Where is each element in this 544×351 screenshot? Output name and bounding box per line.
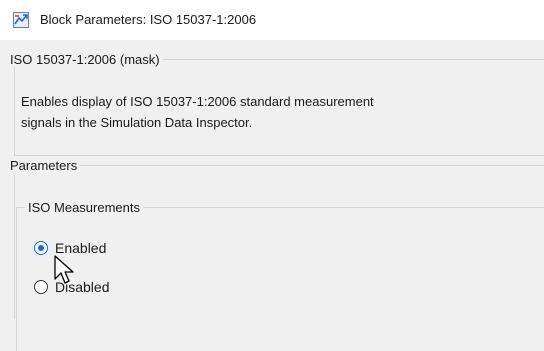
disabled-radio-button[interactable] (34, 280, 48, 294)
window-title: Block Parameters: ISO 15037-1:2006 (40, 12, 257, 27)
parameters-group-legend: Parameters (7, 158, 81, 173)
enabled-radio-button[interactable] (34, 241, 48, 255)
title-bar: Block Parameters: ISO 15037-1:2006 (0, 0, 544, 40)
mouse-pointer-icon (54, 255, 76, 285)
mask-description: Enables display of ISO 15037-1:2006 stan… (21, 91, 544, 133)
enabled-radio-label[interactable]: Enabled (55, 240, 106, 256)
mask-description-line-1: Enables display of ISO 15037-1:2006 stan… (21, 94, 374, 109)
mask-group-legend: ISO 15037-1:2006 (mask) (7, 52, 163, 67)
iso-measurements-legend: ISO Measurements (25, 200, 143, 215)
dialog-content: ISO 15037-1:2006 (mask) Enables display … (0, 40, 544, 351)
block-parameters-icon (13, 12, 29, 28)
mask-group: ISO 15037-1:2006 (mask) Enables display … (7, 52, 544, 156)
mask-description-line-2: signals in the Simulation Data Inspector… (21, 115, 253, 130)
